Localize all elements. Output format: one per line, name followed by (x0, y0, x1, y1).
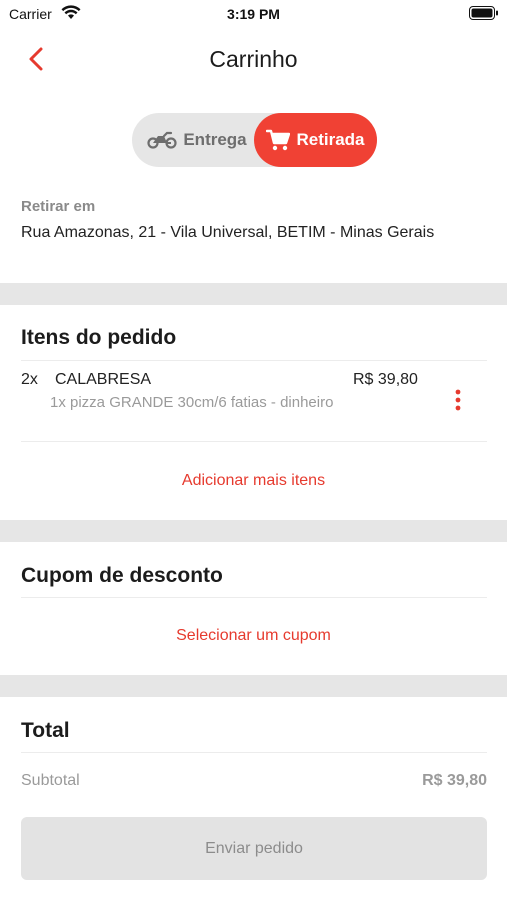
order-items-title: Itens do pedido (21, 326, 177, 349)
item-options-button[interactable] (446, 386, 470, 414)
divider (21, 597, 487, 598)
section-divider (0, 675, 507, 697)
item-description: 1x pizza GRANDE 30cm/6 fatias - dinheiro (50, 394, 334, 411)
total-title: Total (21, 719, 70, 742)
toggle-option-retirada[interactable]: Retirada (254, 113, 377, 167)
motorcycle-icon (147, 131, 177, 149)
subtotal-label: Subtotal (21, 772, 80, 789)
item-name: CALABRESA (55, 371, 152, 388)
toggle-option-label: Entrega (183, 130, 247, 149)
toggle-option-entrega[interactable]: Entrega (138, 113, 256, 167)
battery-icon (469, 6, 499, 20)
cart-icon (266, 129, 291, 151)
delivery-mode-toggle: Entrega Retirada (132, 113, 377, 167)
page-title: Carrinho (209, 46, 298, 72)
divider (21, 441, 487, 442)
subtotal-value: R$ 39,80 (422, 772, 487, 789)
section-divider (0, 283, 507, 305)
coupon-title: Cupom de desconto (21, 564, 223, 587)
toggle-option-label: Retirada (296, 130, 365, 149)
clock: 3:19 PM (227, 6, 280, 22)
divider (21, 752, 487, 753)
status-bar: Carrier 3:19 PM (0, 0, 507, 30)
section-divider (0, 520, 507, 542)
more-vertical-icon (455, 389, 461, 411)
pickup-label: Retirar em (21, 198, 96, 215)
send-order-label: Enviar pedido (205, 839, 303, 857)
send-order-button[interactable]: Enviar pedido (21, 817, 487, 880)
pickup-address: Rua Amazonas, 21 - Vila Universal, BETIM… (21, 224, 435, 241)
navigation-bar: Carrinho (0, 30, 507, 88)
item-price: R$ 39,80 (353, 371, 418, 388)
add-more-items-link[interactable]: Adicionar mais itens (0, 472, 507, 490)
item-quantity: 2x (21, 371, 38, 388)
select-coupon-link[interactable]: Selecionar um cupom (0, 627, 507, 645)
divider (21, 360, 487, 361)
